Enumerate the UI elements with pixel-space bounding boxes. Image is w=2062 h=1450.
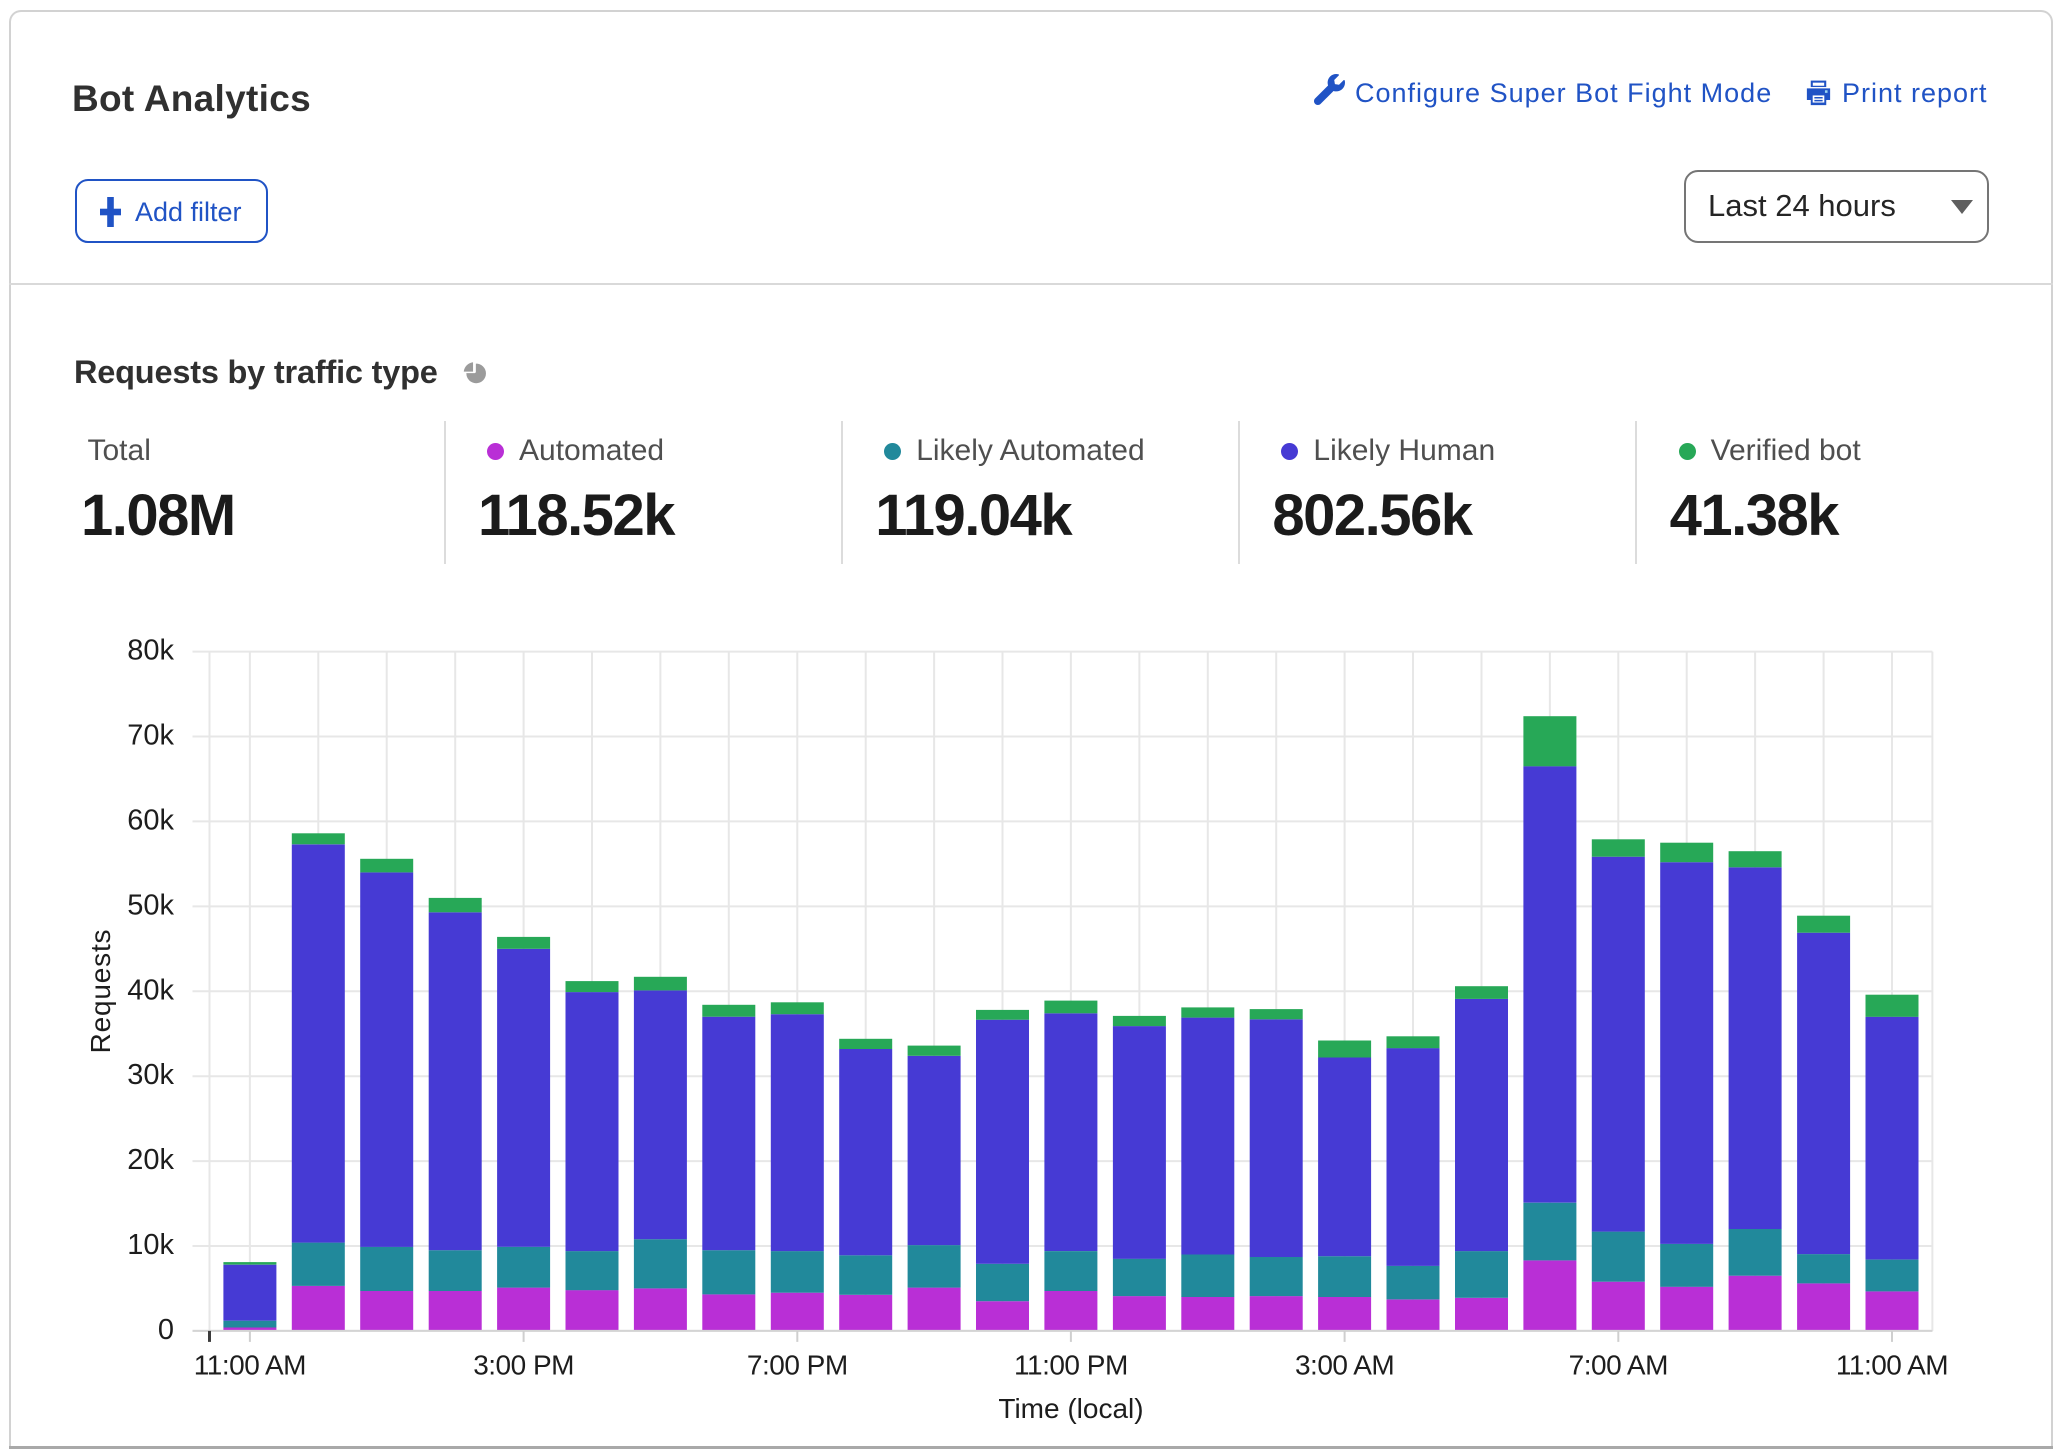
svg-text:10k: 10k [127,1229,174,1261]
svg-text:20k: 20k [127,1144,174,1176]
svg-text:Requests: Requests [85,929,116,1054]
svg-text:3:00 AM: 3:00 AM [1295,1349,1394,1380]
svg-text:0: 0 [158,1314,174,1346]
svg-text:80k: 80k [127,635,174,667]
svg-text:Time (local): Time (local) [998,1393,1143,1424]
svg-text:11:00 PM: 11:00 PM [1014,1349,1128,1380]
svg-text:7:00 AM: 7:00 AM [1569,1349,1668,1380]
svg-text:11:00 AM: 11:00 AM [194,1349,306,1380]
svg-text:7:00 PM: 7:00 PM [747,1349,848,1380]
svg-text:11:00 AM: 11:00 AM [1836,1349,1948,1380]
svg-text:40k: 40k [127,974,174,1006]
svg-text:60k: 60k [127,804,174,836]
svg-text:30k: 30k [127,1059,174,1091]
svg-text:3:00 PM: 3:00 PM [473,1349,574,1380]
svg-text:70k: 70k [127,720,174,752]
svg-text:50k: 50k [127,889,174,921]
